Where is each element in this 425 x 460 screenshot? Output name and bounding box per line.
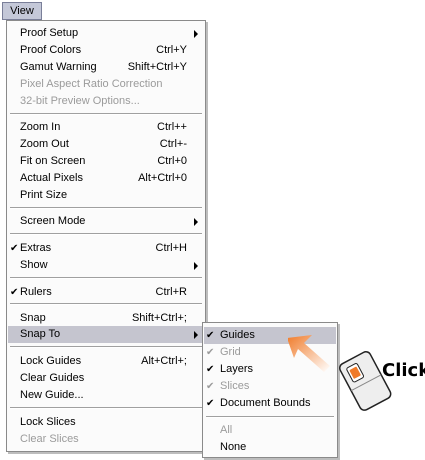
- menu-item-shortcut: Ctrl+Y: [156, 44, 187, 56]
- menu-item-snap[interactable]: Snap Shift+Ctrl+;: [8, 310, 204, 327]
- menu-item-shortcut: Ctrl+R: [155, 286, 187, 298]
- submenu-item-none[interactable]: None: [204, 439, 336, 456]
- menu-item-label: Proof Setup: [20, 27, 79, 39]
- menu-item-gamut-warning[interactable]: Gamut Warning Shift+Ctrl+Y: [8, 59, 204, 76]
- menu-item-lock-guides[interactable]: Lock Guides Alt+Ctrl+;: [8, 353, 204, 370]
- menu-item-shortcut: Ctrl++: [157, 121, 187, 133]
- checkmark-icon: ✔: [206, 364, 215, 375]
- menu-item-shortcut: Alt+Ctrl+;: [141, 355, 187, 367]
- menu-separator: [10, 207, 202, 209]
- menu-item-actual-pixels[interactable]: Actual Pixels Alt+Ctrl+0: [8, 170, 204, 187]
- menu-item-snap-to[interactable]: Snap To: [8, 326, 204, 343]
- menu-item-shortcut: Ctrl+H: [155, 242, 187, 254]
- menu-item-zoom-out[interactable]: Zoom Out Ctrl+-: [8, 136, 204, 153]
- menu-separator: [10, 113, 202, 115]
- menu-item-print-size[interactable]: Print Size: [8, 187, 204, 204]
- menu-item-zoom-in[interactable]: Zoom In Ctrl++: [8, 119, 204, 136]
- checkmark-icon: ✔: [206, 330, 215, 341]
- menu-separator: [10, 277, 202, 279]
- menu-item-label: Proof Colors: [20, 44, 82, 56]
- checkmark-icon: ✔: [206, 381, 215, 392]
- menu-item-label: Clear Guides: [20, 372, 85, 384]
- menu-item-new-guide[interactable]: New Guide...: [8, 387, 204, 404]
- menu-item-label: Layers: [220, 363, 254, 375]
- checkmark-icon: ✔: [10, 243, 19, 254]
- menu-item-label: Slices: [220, 380, 250, 392]
- menu-item-label: Extras: [20, 242, 52, 254]
- menu-item-label: Fit on Screen: [20, 155, 86, 167]
- menu-item-32bit-preview[interactable]: 32-bit Preview Options...: [8, 93, 204, 110]
- menu-item-label: New Guide...: [20, 389, 84, 401]
- menu-item-screen-mode[interactable]: Screen Mode: [8, 213, 204, 230]
- menu-item-label: Lock Slices: [20, 416, 76, 428]
- menu-item-clear-guides[interactable]: Clear Guides: [8, 370, 204, 387]
- menu-item-shortcut: Shift+Ctrl+;: [131, 312, 187, 324]
- menu-item-proof-colors[interactable]: Proof Colors Ctrl+Y: [8, 42, 204, 59]
- menu-item-label: Gamut Warning: [20, 61, 97, 73]
- menu-item-rulers[interactable]: ✔ Rulers Ctrl+R: [8, 284, 204, 301]
- menu-item-label: Zoom In: [20, 121, 61, 133]
- menu-item-label: Screen Mode: [20, 215, 86, 227]
- menu-item-label: Rulers: [20, 286, 52, 298]
- menu-item-clear-slices[interactable]: Clear Slices: [8, 431, 204, 448]
- menu-item-label: Grid: [220, 346, 241, 358]
- menu-item-fit-on-screen[interactable]: Fit on Screen Ctrl+0: [8, 153, 204, 170]
- menubar-view[interactable]: View: [2, 2, 42, 20]
- checkmark-icon: ✔: [206, 398, 215, 409]
- submenu-arrow-icon: [194, 30, 198, 38]
- menu-item-proof-setup[interactable]: Proof Setup: [8, 25, 204, 42]
- menu-item-pixel-aspect-ratio[interactable]: Pixel Aspect Ratio Correction: [8, 76, 204, 93]
- menu-separator: [10, 407, 202, 409]
- menu-item-shortcut: Shift+Ctrl+Y: [127, 61, 187, 73]
- menu-separator: [10, 233, 202, 235]
- menu-item-label: Guides: [220, 329, 255, 341]
- menu-item-shortcut: Ctrl+0: [157, 155, 187, 167]
- pointer-arrow-icon: [288, 335, 330, 372]
- submenu-arrow-icon: [194, 331, 198, 339]
- menu-item-shortcut: Alt+Ctrl+0: [138, 172, 187, 184]
- menu-item-show[interactable]: Show: [8, 257, 204, 274]
- submenu-arrow-icon: [194, 262, 198, 270]
- menu-item-label: Zoom Out: [20, 138, 69, 150]
- menu-item-label: Pixel Aspect Ratio Correction: [20, 78, 163, 90]
- view-menu: Proof Setup Proof Colors Ctrl+Y Gamut Wa…: [6, 20, 206, 452]
- menu-separator: [10, 303, 202, 305]
- menu-item-label: Actual Pixels: [20, 172, 83, 184]
- menu-item-extras[interactable]: ✔ Extras Ctrl+H: [8, 240, 204, 257]
- menu-item-label: 32-bit Preview Options...: [20, 95, 140, 107]
- menu-item-shortcut: Ctrl+-: [159, 138, 187, 150]
- checkmark-icon: ✔: [206, 347, 215, 358]
- menu-item-label: All: [220, 424, 233, 436]
- menu-item-label: Lock Guides: [20, 355, 82, 367]
- click-annotation-label: Click: [382, 360, 425, 381]
- menu-item-label: Clear Slices: [20, 433, 79, 445]
- menu-item-label: Snap: [20, 312, 46, 324]
- menu-item-label: Show: [20, 259, 48, 271]
- menu-separator: [10, 346, 202, 348]
- menu-item-label: Snap To: [20, 328, 61, 340]
- checkmark-icon: ✔: [10, 287, 19, 298]
- menu-item-lock-slices[interactable]: Lock Slices: [8, 414, 204, 431]
- submenu-arrow-icon: [194, 218, 198, 226]
- menu-item-label: None: [220, 441, 247, 453]
- menu-item-label: Print Size: [20, 189, 68, 201]
